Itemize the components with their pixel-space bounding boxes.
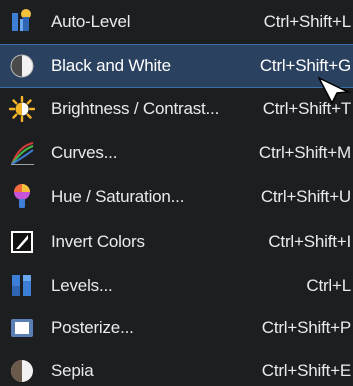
menu-item-label: Black and White: [51, 56, 171, 75]
menu-item-curves[interactable]: Curves... Ctrl+Shift+M: [0, 131, 353, 175]
menu-item-brightness-contrast[interactable]: Brightness / Contrast... Ctrl+Shift+T: [0, 87, 353, 131]
menu-item-label: Sepia: [51, 361, 94, 380]
auto-level-icon: [8, 6, 36, 34]
posterize-icon: [8, 314, 36, 342]
menu-item-posterize[interactable]: Posterize... Ctrl+Shift+P: [0, 306, 353, 350]
menu-item-shortcut: Ctrl+Shift+E: [261, 361, 351, 380]
black-and-white-icon: [8, 52, 36, 80]
menu-item-hue-saturation[interactable]: Hue / Saturation... Ctrl+Shift+U: [0, 175, 353, 219]
menu-item-shortcut: Ctrl+Shift+P: [261, 318, 351, 337]
sepia-icon: [8, 357, 36, 385]
menu-item-shortcut: Ctrl+Shift+I: [268, 232, 351, 251]
menu-item-shortcut: Ctrl+Shift+M: [258, 143, 351, 162]
menu-item-label: Posterize...: [51, 318, 134, 337]
menu-item-shortcut: Ctrl+Shift+U: [260, 187, 351, 206]
menu-item-shortcut: Ctrl+Shift+G: [259, 56, 351, 75]
curves-icon: [8, 139, 36, 167]
menu-item-auto-level[interactable]: Auto-Level Ctrl+Shift+L: [0, 0, 353, 44]
menu-item-invert-colors[interactable]: Invert Colors Ctrl+Shift+I: [0, 220, 353, 264]
menu-item-label: Brightness / Contrast...: [51, 99, 220, 118]
menu-item-sepia[interactable]: Sepia Ctrl+Shift+E: [0, 349, 353, 386]
menu-item-black-and-white[interactable]: Black and White Ctrl+Shift+G: [0, 44, 353, 88]
menu-item-shortcut: Ctrl+Shift+L: [263, 12, 352, 31]
menu-item-label: Curves...: [51, 143, 118, 162]
brightness-icon: [8, 95, 36, 123]
menu-item-label: Levels...: [51, 276, 113, 295]
menu-item-shortcut: Ctrl+L: [306, 276, 351, 295]
hue-saturation-icon: [8, 182, 36, 210]
menu-item-levels[interactable]: Levels... Ctrl+L: [0, 264, 353, 308]
levels-icon: [8, 271, 36, 299]
menu-item-label: Invert Colors: [51, 232, 145, 251]
menu-item-label: Hue / Saturation...: [51, 187, 185, 206]
menu-item-shortcut: Ctrl+Shift+T: [262, 99, 351, 118]
adjustments-menu: Auto-Level Ctrl+Shift+L Black and White …: [0, 0, 353, 386]
invert-colors-icon: [8, 228, 36, 256]
menu-item-label: Auto-Level: [51, 12, 131, 31]
